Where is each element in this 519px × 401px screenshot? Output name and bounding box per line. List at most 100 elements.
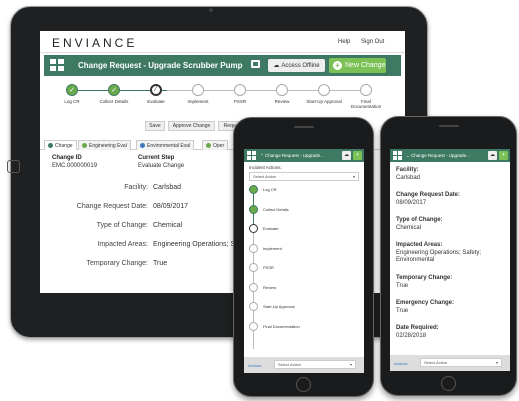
phone-field-value: 02/28/2018	[396, 333, 427, 339]
phone-step-2-indicator[interactable]	[249, 204, 258, 214]
phone-speaker	[439, 125, 459, 127]
phone-page-title: ⌄ Change Request - Upgrade...	[406, 153, 470, 159]
phone-speaker	[294, 126, 314, 128]
phone-field-value: Chemical	[396, 225, 422, 231]
step-label: Log CR	[64, 99, 80, 104]
phone-field-value: 08/09/2017	[396, 200, 427, 206]
phone-step-6-indicator[interactable]	[249, 282, 258, 292]
status-dot-icon	[206, 143, 211, 148]
current-step-label: Current Step	[138, 155, 175, 161]
select-value: Select Action	[424, 360, 448, 365]
step-label: Evaluate	[147, 99, 165, 104]
phone-right-device: ⌄ Change Request - Upgrade... ☁ + Facili…	[380, 116, 517, 396]
tab-change[interactable]: Change	[44, 140, 77, 150]
phone-title-text: Change Request - Upgrade...	[265, 153, 324, 158]
field-value: Carlsbad	[153, 184, 182, 191]
phone-step-label: Implement	[263, 245, 282, 251]
plus-icon[interactable]: +	[353, 151, 362, 160]
access-offline-button[interactable]: ☁ Access Offline	[268, 59, 325, 72]
phone-home-button[interactable]	[441, 376, 456, 391]
phone-field-label: Impacted Areas:	[396, 242, 443, 248]
field-label: Change Request Date:	[76, 203, 148, 210]
footer-actions-label: Actions:	[394, 361, 409, 366]
tablet-home-button[interactable]	[7, 160, 20, 173]
action-select[interactable]: Select Action ▾	[249, 172, 359, 181]
app-topbar: ENVIANCE Help Sign Out	[40, 31, 405, 53]
app-menu-icon[interactable]	[50, 59, 64, 71]
plus-icon[interactable]: +	[499, 151, 508, 160]
step-label: Review	[274, 99, 290, 104]
phone-field-label: Change Request Date:	[396, 192, 461, 198]
tab-environmental-eval[interactable]: Environmental Eval	[136, 140, 195, 150]
step-4-indicator[interactable]	[192, 84, 204, 96]
step-label: Final Documentation	[350, 99, 382, 109]
access-offline-label: Access Offline	[281, 62, 320, 69]
phone-field-label: Type of Change:	[396, 217, 443, 223]
footer-action-select[interactable]: Select Action ▾	[274, 360, 356, 369]
phone-step-label: Collect Details	[263, 206, 289, 212]
footer-actions-label: Actions:	[248, 363, 263, 368]
save-button[interactable]: Save	[145, 121, 165, 131]
phone-field-value: True	[396, 308, 409, 314]
title-bar: Change Request - Upgrade Scrubber Pump ☁…	[44, 55, 401, 76]
step-label: Collect Details	[99, 99, 129, 104]
phone-step-8-indicator[interactable]	[249, 321, 258, 331]
app-menu-icon[interactable]	[393, 151, 403, 160]
tab-label: Engineering Eval	[89, 142, 127, 149]
field-value: 08/09/2017	[153, 203, 189, 210]
field-value: True	[153, 260, 168, 267]
sign-out-link[interactable]: Sign Out	[361, 39, 384, 45]
tab-operations[interactable]: Oper	[202, 140, 229, 150]
phone-left-device: ⌃ Change Request - Upgrade... ☁ + Incide…	[233, 117, 374, 397]
phone-left-screen: ⌃ Change Request - Upgrade... ☁ + Incide…	[244, 149, 364, 373]
select-value: Select Action	[278, 362, 302, 367]
tab-engineering-eval[interactable]: Engineering Eval	[78, 140, 131, 150]
phone-footer: Actions: Select Action ▾	[390, 355, 510, 371]
status-dot-icon	[140, 143, 145, 148]
step-1-indicator[interactable]: ✓	[66, 84, 78, 96]
tab-label: Oper	[213, 142, 225, 149]
cloud-icon[interactable]: ☁	[342, 151, 351, 160]
phone-field-value: Carlsbad	[396, 175, 421, 181]
status-dot-icon	[48, 143, 53, 148]
help-link[interactable]: Help	[338, 39, 350, 45]
plus-icon: +	[333, 61, 342, 70]
phone-step-5-indicator[interactable]	[249, 263, 258, 272]
app-menu-icon[interactable]	[247, 151, 257, 160]
phone-step-label: Evaluate	[263, 226, 279, 231]
phone-field-value: True	[396, 283, 409, 289]
phone-home-button[interactable]	[296, 377, 311, 392]
field-label: Type of Change:	[96, 222, 148, 229]
phone-step-7-indicator[interactable]	[249, 302, 258, 311]
phone-step-4-indicator[interactable]	[249, 243, 258, 253]
phone-step-label: Final Documentation	[263, 323, 300, 329]
phone-field-value: Engineering Operations; Safety; Environm…	[396, 250, 482, 263]
phone-title-text: Change Request - Upgrade...	[411, 153, 470, 158]
step-8-indicator[interactable]	[360, 84, 372, 96]
select-value: Select Action	[253, 174, 277, 179]
step-label: Start-Up Approval	[306, 99, 342, 104]
phone-field-label: Temporary Change:	[396, 275, 453, 281]
field-value: Chemical	[153, 222, 183, 229]
phone-step-label: Log CR	[263, 187, 277, 192]
status-dot-icon	[82, 143, 87, 148]
phone-step-1-indicator[interactable]	[249, 185, 258, 194]
step-2-indicator[interactable]: ✓	[108, 84, 120, 96]
new-change-button[interactable]: + New Change	[329, 58, 386, 73]
cloud-icon: ☁	[273, 63, 280, 69]
phone-step-label: Start-Up Approval	[263, 304, 295, 309]
step-3-indicator[interactable]: ⁄	[150, 84, 162, 96]
step-7-indicator[interactable]	[318, 84, 330, 96]
chevron-down-icon: ▾	[352, 174, 355, 179]
field-value: Engineering Operations; Safe	[153, 241, 245, 248]
footer-action-select[interactable]: Select Action ▾	[420, 358, 502, 367]
phone-step-3-indicator[interactable]	[249, 224, 258, 233]
print-icon[interactable]	[251, 60, 260, 68]
cloud-icon[interactable]: ☁	[488, 151, 497, 160]
change-id-value: EMC.000000019	[52, 163, 98, 169]
step-5-indicator[interactable]	[234, 84, 246, 96]
approve-change-button[interactable]: Approve Change	[168, 121, 215, 131]
chevron-down-icon: ▾	[495, 360, 498, 365]
phone-right-screen: ⌄ Change Request - Upgrade... ☁ + Facili…	[390, 149, 510, 371]
step-6-indicator[interactable]	[276, 84, 288, 96]
